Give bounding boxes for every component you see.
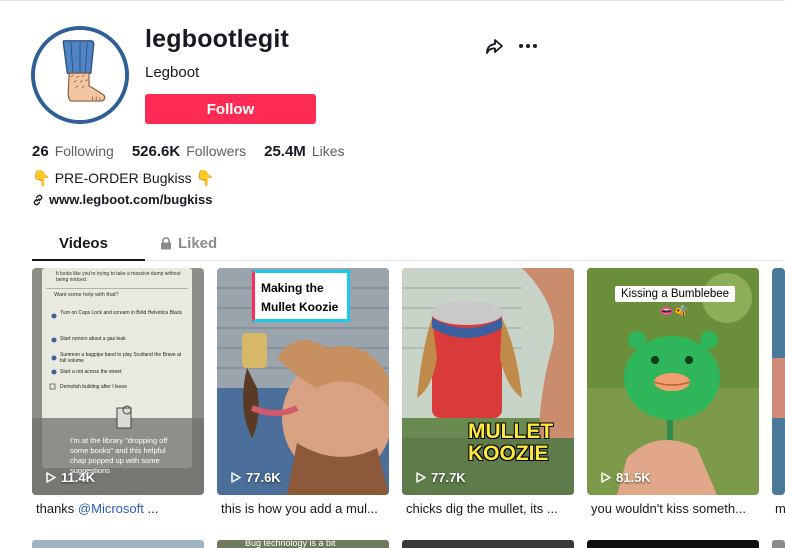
video-card-next-row[interactable] xyxy=(587,540,759,548)
screen-header-text: It looks like you're trying to take a ma… xyxy=(56,271,181,283)
caption-mention[interactable]: @Microsoft xyxy=(78,501,144,516)
stat-label: Followers xyxy=(186,143,247,159)
profile-tabs: Videos Liked xyxy=(32,231,785,261)
video-card[interactable]: It looks like you're trying to take a ma… xyxy=(32,268,204,495)
profile-avatar[interactable] xyxy=(31,26,129,124)
video-thumbnail xyxy=(587,268,759,495)
pointing-down-hand-icon: 👇 xyxy=(32,170,51,187)
profile-nickname: Legboot xyxy=(145,64,200,81)
video-thumbnail xyxy=(772,268,785,495)
play-icon xyxy=(231,472,241,483)
view-count: 77.6K xyxy=(231,470,281,485)
tab-liked-label: Liked xyxy=(178,235,218,252)
more-icon[interactable] xyxy=(517,36,539,56)
view-count-value: 77.7K xyxy=(431,470,466,485)
screen-item-1: Turn on Caps Lock and scream in Bold Hel… xyxy=(60,310,182,316)
video-card-next-row[interactable]: Bug technology is a bit xyxy=(217,538,389,548)
link-icon xyxy=(33,194,43,205)
stat-label: Following xyxy=(54,143,114,159)
video-card-next-row[interactable] xyxy=(402,540,574,548)
screen-item-2: Start rumors about a gas leak xyxy=(60,336,126,342)
profile-bio: 👇 PRE-ORDER Bugkiss 👇 xyxy=(32,169,214,187)
video-title-overlay: Kissing a Bumblebee xyxy=(615,286,736,302)
video-caption[interactable]: this is how you add a mul... xyxy=(221,501,381,516)
next-row-thumbnail-text: Bug technology is a bit xyxy=(245,538,336,548)
video-caption[interactable]: thanks @Microsoft ... xyxy=(36,501,196,516)
active-tab-indicator xyxy=(32,259,145,261)
view-count-value: 11.4K xyxy=(61,470,95,485)
video-card[interactable]: MULLET KOOZIE 77.7K xyxy=(402,268,574,495)
stat-followers[interactable]: 526.6K Followers xyxy=(132,143,246,160)
view-count: 77.7K xyxy=(416,470,466,485)
profile-stats: 26 Following 526.6K Followers 25.4M Like… xyxy=(32,143,363,160)
play-icon xyxy=(601,472,611,483)
screen-prompt-text: Want some help with that? xyxy=(54,292,119,298)
stat-following[interactable]: 26 Following xyxy=(32,143,114,160)
play-icon xyxy=(46,472,56,483)
video-caption-partial[interactable]: m xyxy=(775,501,785,516)
tab-liked[interactable]: Liked xyxy=(160,235,217,252)
lips-bee-emoji: 👄🐝 xyxy=(659,304,689,318)
screen-checkbox-text: Demolish building after I leave xyxy=(60,384,127,390)
video-card-partial[interactable] xyxy=(772,268,785,495)
share-icon[interactable] xyxy=(484,36,504,56)
bio-text: PRE-ORDER Bugkiss xyxy=(54,170,192,186)
video-caption[interactable]: you wouldn't kiss someth... xyxy=(591,501,751,516)
tab-videos[interactable]: Videos xyxy=(59,235,108,252)
lock-icon xyxy=(161,237,171,250)
profile-username: legbootlegit xyxy=(145,25,290,53)
video-title-overlay: Making the Mullet Koozie xyxy=(252,270,350,322)
video-title-overlay: MULLET KOOZIE xyxy=(468,420,554,465)
screen-item-4: Start a riot across the street xyxy=(60,369,122,375)
caption-text: thanks xyxy=(36,501,78,516)
legboot-logo xyxy=(35,30,125,120)
link-text: www.legboot.com/bugkiss xyxy=(49,192,213,207)
follow-button[interactable]: Follow xyxy=(145,94,316,124)
stat-likes: 25.4M Likes xyxy=(264,143,344,160)
stat-value: 25.4M xyxy=(264,143,306,160)
stat-label: Likes xyxy=(311,143,345,159)
profile-link[interactable]: www.legboot.com/bugkiss xyxy=(32,192,212,207)
play-icon xyxy=(416,472,426,483)
video-caption[interactable]: chicks dig the mullet, its ... xyxy=(406,501,566,516)
pointing-down-hand-icon: 👇 xyxy=(195,170,215,187)
view-count: 11.4K xyxy=(46,470,95,485)
caption-text: ... xyxy=(143,501,159,516)
view-count-value: 81.5K xyxy=(616,470,651,485)
video-card-next-row[interactable] xyxy=(32,540,204,548)
top-divider xyxy=(0,0,785,1)
screen-item-3: Summon a bagpipe band to play Scotland t… xyxy=(60,352,182,364)
stat-value: 26 xyxy=(32,143,49,160)
video-card[interactable]: Making the Mullet Koozie 77.6K xyxy=(217,268,389,495)
stat-value: 526.6K xyxy=(131,143,181,160)
view-count-value: 77.6K xyxy=(246,470,281,485)
video-card[interactable]: Kissing a Bumblebee 👄🐝 81.5K xyxy=(587,268,759,495)
video-card-next-row[interactable] xyxy=(772,540,785,548)
view-count: 81.5K xyxy=(601,470,651,485)
